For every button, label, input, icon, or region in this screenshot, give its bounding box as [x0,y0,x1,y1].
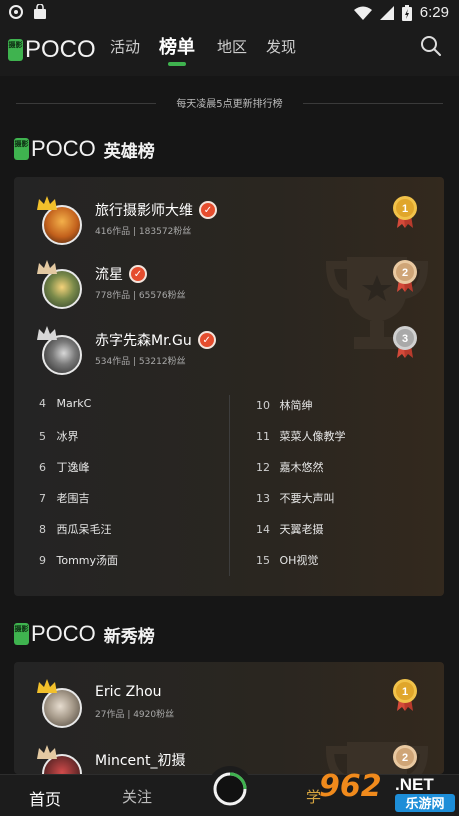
avatar[interactable] [36,259,82,309]
hero-board: 旅行摄影师大维 ✓ 416作品 | 183572粉丝 1 流星 ✓ 778作品 | … [14,177,444,596]
ranking-top-user[interactable]: Eric Zhou 27作品 | 4920粉丝 1 [14,678,444,738]
user-stats: 534作品 | 53212粉丝 [95,357,186,367]
board-name: 新秀榜 [103,626,155,647]
gold-medal-icon: 1 [393,196,417,228]
user-name[interactable]: Mincent_初摄 [95,750,186,770]
bag-icon [34,4,46,19]
ranking-top-user[interactable]: 流星 ✓ 778作品 | 65576粉丝 2 [14,259,444,319]
avatar[interactable] [36,744,82,774]
list-item[interactable]: 15 OH视觉 [256,552,318,568]
user-name[interactable]: 流星 ✓ [95,264,147,284]
verified-badge-icon: ✓ [199,201,217,219]
site-watermark-logo: 962 .NET 乐游网 [319,769,455,812]
third-medal-icon: 3 [393,326,417,358]
ranking-top-user[interactable]: 赤字先森Mr.Gu ✓ 534作品 | 53212粉丝 3 [14,325,444,385]
hero-board-title: 摄影 POCO 英雄榜 [14,136,155,162]
svg-text:1: 1 [402,686,408,698]
camera-ring-icon [213,772,247,806]
tab-region[interactable]: 地区 [217,36,247,57]
user-stats: 27作品 | 4920粉丝 [95,710,175,720]
list-item[interactable]: 7 老围吉 [39,490,90,506]
notice-divider-right [303,103,443,104]
list-item[interactable]: 11 菜菜人像教学 [256,428,346,444]
user-name[interactable]: 旅行摄影师大维 ✓ [95,200,217,220]
bronze-crown-icon [37,326,57,340]
user-name[interactable]: 赤字先森Mr.Gu ✓ [95,330,216,350]
verified-badge-icon: ✓ [197,331,216,349]
list-item[interactable]: 10 林简绅 [256,397,313,413]
silver-crown-icon [37,745,57,759]
bottom-tab-home[interactable]: 首页 [29,786,61,810]
gold-crown-icon [37,679,57,693]
list-item[interactable]: 8 西瓜呆毛汪 [39,521,112,537]
silver-crown-icon [37,260,57,274]
list-item[interactable]: 13 不要大声叫 [256,490,335,506]
list-item[interactable]: 12 嘉木悠然 [256,459,324,475]
status-bar: 6:29 [0,0,459,26]
tab-ranking[interactable]: 榜单 [159,33,195,59]
list-item[interactable]: 9 Tommy汤面 [39,552,118,568]
tab-discover[interactable]: 发现 [266,36,296,57]
avatar[interactable] [36,678,82,728]
svg-text:962: 962 [319,769,382,804]
svg-text:2: 2 [402,267,408,279]
signal-icon [379,5,394,20]
svg-text:1: 1 [402,203,408,215]
active-tab-indicator [168,62,186,66]
search-icon[interactable] [419,34,443,58]
avatar[interactable] [36,195,82,245]
list-item[interactable]: 6 丁逸峰 [39,459,90,475]
gold-medal-icon: 1 [393,679,417,711]
top-nav: 摄影 POCO 活动 榜单 地区 发现 [0,26,459,76]
logo-badge: 摄影 [14,138,29,160]
logo-badge: 摄影 [8,39,23,61]
board-name: 英雄榜 [103,141,155,162]
logo-text: POCO [25,36,96,63]
verified-badge-icon: ✓ [129,265,147,283]
svg-text:3: 3 [402,333,408,345]
user-name[interactable]: Eric Zhou [95,684,162,700]
bottom-tab-follow[interactable]: 关注 [122,786,152,807]
sync-icon [9,5,23,19]
status-time: 6:29 [419,4,449,21]
svg-text:2: 2 [402,752,408,764]
new-board: Eric Zhou 27作品 | 4920粉丝 1 Mincent_初摄 2 [14,662,444,774]
ranking-top-user[interactable]: 旅行摄影师大维 ✓ 416作品 | 183572粉丝 1 [14,195,444,255]
column-divider [229,395,230,576]
user-stats: 416作品 | 183572粉丝 [95,227,192,237]
camera-button[interactable] [207,766,253,812]
gold-crown-icon [37,196,57,210]
user-stats: 778作品 | 65576粉丝 [95,291,186,301]
silver-medal-icon: 2 [393,260,417,292]
battery-charging-icon [401,4,412,21]
wifi-icon [353,6,372,20]
new-board-title: 摄影 POCO 新秀榜 [14,621,155,647]
list-item[interactable]: 5 冰界 [39,428,79,444]
logo-text: POCO [31,136,96,161]
poco-logo: 摄影 POCO [8,36,96,64]
avatar[interactable] [36,325,82,375]
tab-activity[interactable]: 活动 [110,36,140,57]
logo-text: POCO [31,621,96,646]
svg-text:.NET: .NET [395,775,434,794]
list-item[interactable]: 4 MarkC [39,397,91,410]
list-item[interactable]: 14 天翼老摄 [256,521,324,537]
svg-text:乐游网: 乐游网 [405,796,444,812]
logo-badge: 摄影 [14,623,29,645]
